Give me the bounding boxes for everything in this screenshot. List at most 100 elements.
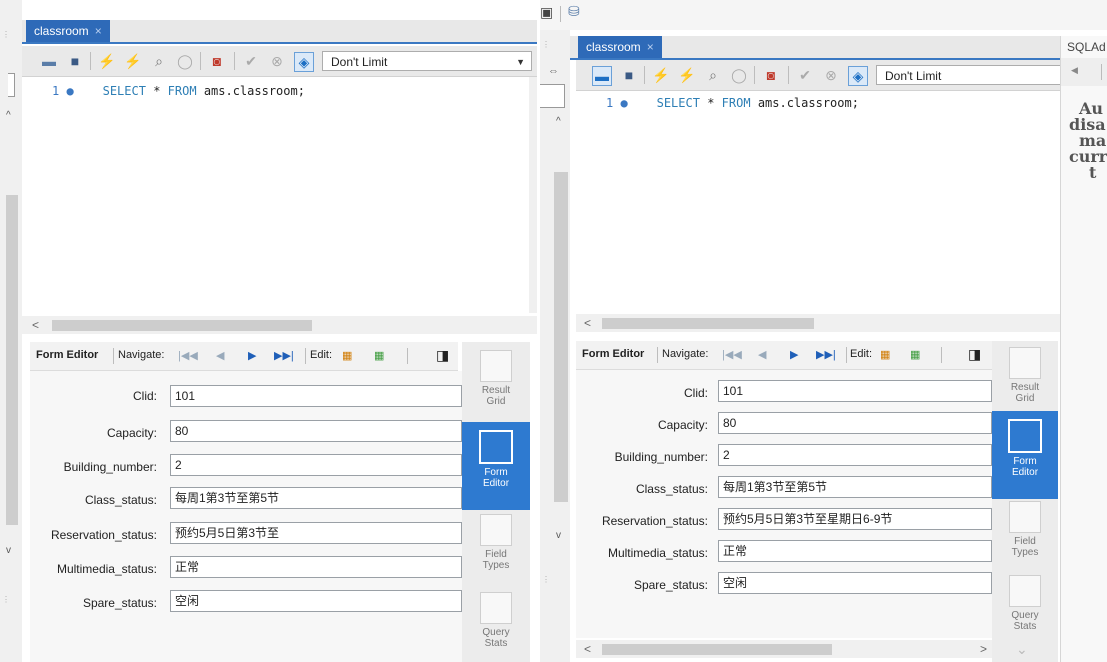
side-label: Query: [482, 627, 510, 638]
execute-lightning-icon[interactable]: ⚡: [652, 66, 670, 84]
field-input[interactable]: 正常: [170, 556, 462, 578]
sqladd-text: Au disa ma curr t: [1061, 101, 1107, 181]
commit-icon[interactable]: ✔: [796, 66, 814, 84]
field-label: Spare_status:: [633, 578, 708, 592]
edit-row-icon[interactable]: ▦: [342, 349, 352, 362]
side-label: Grid: [1015, 393, 1035, 404]
field-input[interactable]: 101: [170, 385, 462, 407]
last-record-icon[interactable]: ▶▶|: [274, 349, 294, 362]
field-types-button[interactable]: Field Types: [462, 514, 530, 571]
field-input[interactable]: 每周1第3节至第5节: [718, 476, 992, 498]
autocommit-icon[interactable]: ◈: [848, 66, 868, 86]
field-input[interactable]: 2: [170, 454, 462, 476]
last-record-icon[interactable]: ▶▶|: [816, 348, 836, 361]
query-stats-button[interactable]: Query Stats: [462, 592, 530, 649]
field-label: Clid:: [132, 389, 157, 403]
prev-record-icon[interactable]: ◀: [216, 349, 224, 362]
sql-line-1[interactable]: 1 ● SELECT * FROM ams.classroom;: [606, 96, 859, 110]
sqladd-line: t: [1089, 163, 1097, 182]
field-input[interactable]: 每周1第3节至第5节: [170, 487, 462, 509]
form-editor-body: Clid: 101 Capacity: 80 Building_number: …: [576, 370, 992, 638]
panel-toggle-icon[interactable]: ◨: [436, 347, 449, 364]
tab-classroom[interactable]: classroom ×: [26, 20, 110, 42]
toggle-error-icon[interactable]: ◙: [208, 52, 226, 70]
scroll-right-icon[interactable]: >: [980, 642, 987, 656]
field-input[interactable]: 80: [718, 412, 992, 434]
form-editor-title: Form Editor: [36, 349, 99, 361]
prev-record-icon[interactable]: ◀: [758, 348, 766, 361]
rollback-icon[interactable]: ⊗: [268, 52, 286, 70]
query-icon[interactable]: ▣: [540, 4, 553, 21]
query-stats-button[interactable]: Query Stats: [992, 575, 1058, 632]
left-strip-scroll-thumb[interactable]: [6, 195, 18, 525]
left-side-strip: ⋮ ^ v ⋮: [0, 0, 22, 662]
limit-select[interactable]: Don't Limit ▼: [322, 51, 532, 71]
next-record-icon[interactable]: ▶: [248, 349, 256, 362]
field-label: Building_number:: [614, 450, 708, 464]
first-record-icon[interactable]: |◀◀: [178, 349, 198, 362]
field-input[interactable]: 预约5月5日第3节至: [170, 522, 462, 544]
field-input[interactable]: 101: [718, 380, 992, 402]
add-row-icon[interactable]: ▦: [910, 348, 920, 361]
reload-icon[interactable]: ⇔: [548, 65, 559, 77]
explain-magnifier-icon[interactable]: ⌕: [704, 66, 722, 84]
scroll-left-icon[interactable]: <: [32, 318, 39, 332]
side-label: Form: [1013, 456, 1037, 467]
scroll-left-icon[interactable]: <: [584, 642, 591, 656]
result-grid-button[interactable]: Result Grid: [462, 350, 530, 407]
edit-label: Edit:: [310, 349, 333, 361]
back-icon[interactable]: ◀: [1071, 65, 1078, 76]
rollback-icon[interactable]: ⊗: [822, 66, 840, 84]
form-hscrollbar[interactable]: < >: [576, 640, 996, 658]
field-label: Multimedia_status:: [607, 546, 708, 560]
panel-toggle-icon[interactable]: ◨: [968, 346, 981, 363]
close-icon[interactable]: ×: [95, 24, 102, 38]
chevron-down-icon[interactable]: ⌄: [1016, 641, 1028, 658]
scroll-left-icon[interactable]: <: [584, 316, 591, 330]
tab-classroom[interactable]: classroom ×: [578, 36, 662, 58]
sql-editor[interactable]: 1 ● SELECT * FROM ams.classroom;: [22, 77, 529, 313]
editor-vscrollbar[interactable]: [529, 77, 537, 313]
editor-hscrollbar[interactable]: <: [576, 314, 1094, 332]
field-types-button[interactable]: Field Types: [992, 501, 1058, 558]
field-input[interactable]: 空闲: [170, 590, 462, 612]
explain-magnifier-icon[interactable]: ⌕: [150, 52, 168, 70]
stop-icon[interactable]: ◯: [176, 52, 194, 70]
edit-row-icon[interactable]: ▦: [880, 348, 890, 361]
open-folder-icon[interactable]: ▬: [592, 66, 612, 86]
form-editor-button[interactable]: Form Editor: [992, 411, 1058, 499]
execute-current-icon[interactable]: ⚡: [124, 52, 142, 70]
autocommit-icon[interactable]: ◈: [294, 52, 314, 72]
sql-line-1[interactable]: 1 ● SELECT * FROM ams.classroom;: [52, 84, 305, 98]
editor-hscrollbar[interactable]: <: [22, 316, 537, 334]
field-input[interactable]: 80: [170, 420, 462, 442]
first-record-icon[interactable]: |◀◀: [722, 348, 742, 361]
side-label: Field: [1014, 536, 1036, 547]
execute-current-icon[interactable]: ⚡: [678, 66, 696, 84]
save-icon[interactable]: ■: [620, 66, 638, 84]
sql-additions-panel: SQLAd ◀ Au disa ma curr t: [1060, 36, 1107, 662]
next-record-icon[interactable]: ▶: [790, 348, 798, 361]
sql-editor[interactable]: 1 ● SELECT * FROM ams.classroom;: [576, 91, 1088, 311]
save-icon[interactable]: ■: [66, 52, 84, 70]
result-grid-icon: [1009, 347, 1041, 379]
result-grid-button[interactable]: Result Grid: [992, 347, 1058, 404]
side-label: Types: [1011, 547, 1039, 558]
form-editor-button[interactable]: Form Editor: [462, 422, 530, 510]
right-strip-scroll-thumb[interactable]: [554, 172, 568, 502]
field-input[interactable]: 空闲: [718, 572, 992, 594]
result-side-panel: Result Grid Form Editor Field Types Quer…: [462, 342, 530, 662]
stop-icon[interactable]: ◯: [730, 66, 748, 84]
field-input[interactable]: 正常: [718, 540, 992, 562]
reconnect-icon[interactable]: ⛁: [568, 3, 580, 20]
open-folder-icon[interactable]: ▬: [40, 52, 58, 70]
field-input[interactable]: 预约5月5日第3节至星期日6-9节: [718, 508, 992, 530]
field-input[interactable]: 2: [718, 444, 992, 466]
field-types-icon: [1009, 501, 1041, 533]
close-icon[interactable]: ×: [647, 40, 654, 54]
add-row-icon[interactable]: ▦: [374, 349, 384, 362]
execute-lightning-icon[interactable]: ⚡: [98, 52, 116, 70]
sql-additions-tab[interactable]: SQLAd: [1067, 40, 1106, 54]
toggle-error-icon[interactable]: ◙: [762, 66, 780, 84]
commit-icon[interactable]: ✔: [242, 52, 260, 70]
